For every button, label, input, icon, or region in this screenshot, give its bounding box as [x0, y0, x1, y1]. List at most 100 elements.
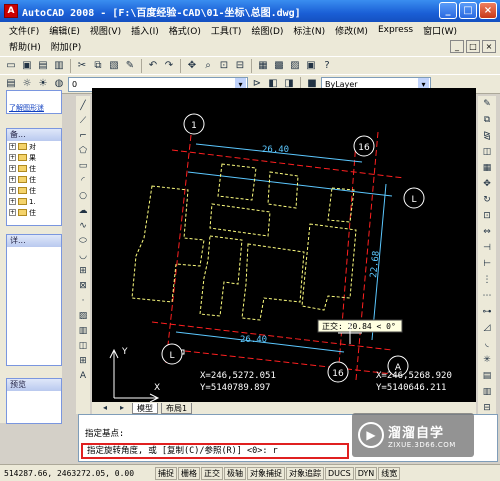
- calculator-icon[interactable]: ▣: [304, 59, 318, 73]
- circle-icon[interactable]: ○: [77, 190, 89, 202]
- copy-object-icon[interactable]: ⧉: [481, 114, 494, 126]
- undo-icon[interactable]: ↶: [146, 59, 160, 73]
- tree-item[interactable]: + 住: [7, 185, 61, 196]
- menu-draw[interactable]: 绘图(D): [246, 24, 288, 37]
- tree-item[interactable]: + 住: [7, 174, 61, 185]
- scale-icon[interactable]: ⊡: [481, 210, 494, 222]
- properties-panel-icon[interactable]: ▤: [481, 370, 494, 382]
- zoom-realtime-icon[interactable]: ⌕: [201, 59, 215, 73]
- revision-cloud-icon[interactable]: ☁: [77, 205, 89, 217]
- array-icon[interactable]: ▦: [481, 162, 494, 174]
- menu-edit[interactable]: 编辑(E): [44, 24, 85, 37]
- layer-properties-icon[interactable]: ▥: [481, 386, 494, 398]
- explode-icon[interactable]: ✳: [481, 354, 494, 366]
- insert-block-icon[interactable]: ⊞: [77, 265, 89, 277]
- polar-toggle[interactable]: 极轴: [224, 466, 246, 480]
- tool-palettes-icon[interactable]: ▨: [288, 59, 302, 73]
- tree-item[interactable]: + 果: [7, 152, 61, 163]
- command-prompt[interactable]: 指定旋转角度, 或 [复制(C)/参照(R)] <0>: r: [81, 443, 349, 459]
- tree-item[interactable]: + 住: [7, 163, 61, 174]
- make-block-icon[interactable]: ⊠: [77, 280, 89, 292]
- construction-line-icon[interactable]: ⟋: [77, 115, 89, 127]
- menu-window[interactable]: 窗口(W): [418, 24, 462, 37]
- point-icon[interactable]: ·: [77, 295, 89, 307]
- chamfer-icon[interactable]: ◿: [481, 322, 494, 334]
- offset-icon[interactable]: ◫: [481, 146, 494, 158]
- hatch-icon[interactable]: ▨: [77, 310, 89, 322]
- copy-icon[interactable]: ⧉: [91, 59, 105, 73]
- new-file-icon[interactable]: ▭: [4, 59, 18, 73]
- join-icon[interactable]: ⊶: [481, 306, 494, 318]
- menu-format[interactable]: 格式(O): [164, 24, 206, 37]
- dimension-style-icon[interactable]: ⊟: [481, 402, 494, 414]
- open-file-icon[interactable]: ▣: [20, 59, 34, 73]
- dyn-toggle[interactable]: DYN: [354, 466, 378, 480]
- tree-item[interactable]: + 住: [7, 207, 61, 218]
- menu-help[interactable]: 帮助(H): [4, 40, 46, 53]
- print-icon[interactable]: ▥: [52, 59, 66, 73]
- autocad-logo-icon[interactable]: A: [4, 4, 18, 18]
- doc-close-button[interactable]: ×: [482, 40, 496, 53]
- erase-icon[interactable]: ✎: [481, 98, 494, 110]
- paste-icon[interactable]: ▧: [107, 59, 121, 73]
- line-icon[interactable]: ╱: [77, 100, 89, 112]
- mirror-icon[interactable]: ⧎: [481, 130, 494, 142]
- spline-icon[interactable]: ∿: [77, 220, 89, 232]
- menu-dimension[interactable]: 标注(N): [288, 24, 330, 37]
- design-center-icon[interactable]: ▩: [272, 59, 286, 73]
- drawing-canvas[interactable]: 1 16 L L A 16 26.40 26.40 22.68 X=246,52…: [92, 88, 476, 412]
- polyline-icon[interactable]: ⌐: [77, 130, 89, 142]
- menu-express[interactable]: Express: [373, 25, 418, 35]
- fillet-icon[interactable]: ◟: [481, 338, 494, 350]
- properties-icon[interactable]: ▦: [256, 59, 270, 73]
- tab-layout1[interactable]: 布局1: [161, 402, 193, 414]
- ducs-toggle[interactable]: DUCS: [325, 466, 354, 480]
- tree-item[interactable]: + 对: [7, 141, 61, 152]
- maximize-button[interactable]: □: [459, 2, 477, 19]
- stretch-icon[interactable]: ⇔: [481, 226, 494, 238]
- tab-model[interactable]: 模型: [132, 402, 158, 414]
- tab-nav-right-icon[interactable]: ▸: [115, 401, 129, 415]
- zoom-window-icon[interactable]: ⊡: [217, 59, 231, 73]
- doc-minimize-button[interactable]: _: [450, 40, 464, 53]
- menu-modify[interactable]: 修改(M): [330, 24, 373, 37]
- polygon-icon[interactable]: ⬠: [77, 145, 89, 157]
- gradient-icon[interactable]: ▥: [77, 325, 89, 337]
- break-at-point-icon[interactable]: ⋮: [481, 274, 494, 286]
- extend-icon[interactable]: ⊢: [481, 258, 494, 270]
- ellipse-arc-icon[interactable]: ◡: [77, 250, 89, 262]
- break-icon[interactable]: ⋯: [481, 290, 494, 302]
- ellipse-icon[interactable]: ⬭: [77, 235, 89, 247]
- menu-insert[interactable]: 插入(I): [126, 24, 164, 37]
- trim-icon[interactable]: ⊣: [481, 242, 494, 254]
- pan-icon[interactable]: ✥: [185, 59, 199, 73]
- lineweight-toggle[interactable]: 线宽: [378, 466, 401, 480]
- learn-link[interactable]: 了解图形迷: [7, 91, 61, 113]
- move-icon[interactable]: ✥: [481, 178, 494, 190]
- cut-icon[interactable]: ✂: [75, 59, 89, 73]
- redo-icon[interactable]: ↷: [162, 59, 176, 73]
- region-icon[interactable]: ◫: [77, 340, 89, 352]
- grid-toggle[interactable]: 栅格: [178, 466, 200, 480]
- menu-view[interactable]: 视图(V): [85, 24, 126, 37]
- snap-toggle[interactable]: 捕捉: [155, 466, 177, 480]
- menu-file[interactable]: 文件(F): [4, 24, 44, 37]
- tree-item[interactable]: +1.: [7, 196, 61, 207]
- close-button[interactable]: ×: [479, 2, 497, 19]
- minimize-button[interactable]: _: [439, 2, 457, 19]
- doc-restore-button[interactable]: □: [466, 40, 480, 53]
- menu-tools[interactable]: 工具(T): [206, 24, 247, 37]
- mtext-icon[interactable]: A: [77, 370, 89, 382]
- tab-nav-left-icon[interactable]: ◂: [98, 401, 112, 415]
- help-icon[interactable]: ?: [320, 59, 334, 73]
- rotate-icon[interactable]: ↻: [481, 194, 494, 206]
- ortho-toggle[interactable]: 正交: [201, 466, 223, 480]
- arc-icon[interactable]: ◜: [77, 175, 89, 187]
- osnap-toggle[interactable]: 对象捕捉: [247, 466, 285, 480]
- otrack-toggle[interactable]: 对象追踪: [286, 466, 324, 480]
- save-icon[interactable]: ▤: [36, 59, 50, 73]
- menu-addons[interactable]: 附加(P): [46, 40, 86, 53]
- rectangle-icon[interactable]: ▭: [77, 160, 89, 172]
- zoom-previous-icon[interactable]: ⊟: [233, 59, 247, 73]
- match-properties-icon[interactable]: ✎: [123, 59, 137, 73]
